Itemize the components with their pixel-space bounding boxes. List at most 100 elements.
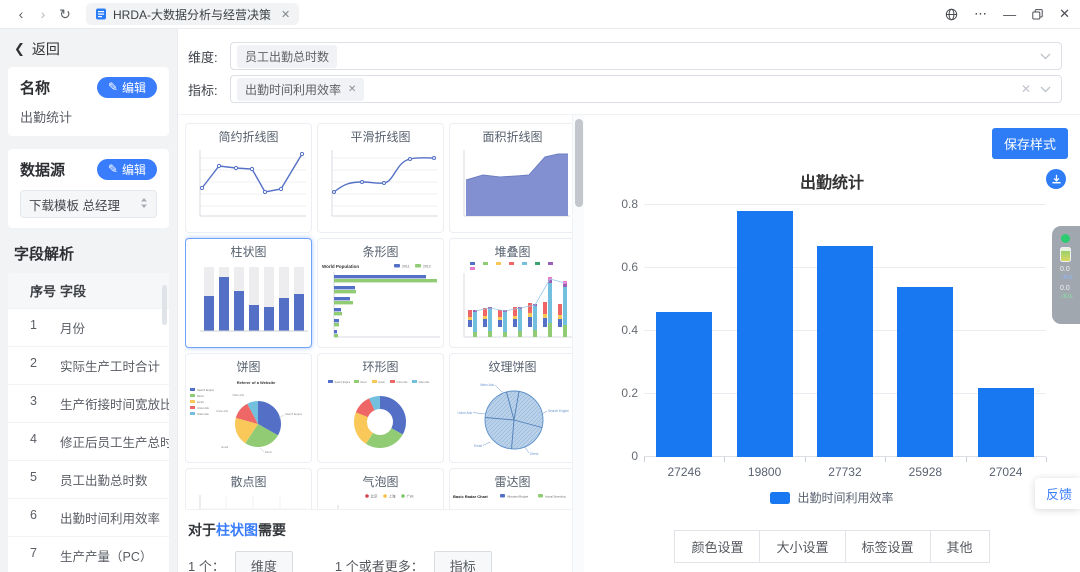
more-menu-icon[interactable]: ⋯ <box>974 6 987 22</box>
fields-scrollbar-thumb[interactable] <box>162 285 167 325</box>
size-settings-button[interactable]: 大小设置 <box>759 530 845 563</box>
chart-type-area-line[interactable]: 面积折线图 <box>449 123 576 233</box>
svg-text:Union Ads: Union Ads <box>457 411 472 415</box>
indicator-select[interactable]: 出勤时间利用效率 ✕ ✕ <box>230 75 1062 103</box>
chart-title: 出勤统计 <box>800 175 864 192</box>
mini-radar-chart: Basic Radar Chart Allocated Budget Actua… <box>450 489 575 509</box>
edit-datasource-button[interactable]: ✎ 编辑 <box>97 159 157 180</box>
chart-preview-panel: 保存样式 出勤统计 00.20.40.60.827246198002773225… <box>584 115 1080 572</box>
edit-name-button[interactable]: ✎ 编辑 <box>97 77 157 98</box>
requirement-title: 对于柱状图需要 <box>188 520 580 540</box>
svg-text:Search Engine: Search Engine <box>335 381 351 384</box>
svg-text:上海: 上海 <box>389 494 397 499</box>
chart-type-simple-line[interactable]: 简约折线图 <box>185 123 312 233</box>
svg-text:北京: 北京 <box>371 494 379 499</box>
remove-tag-icon[interactable]: ✕ <box>348 84 356 95</box>
dimension-req-button[interactable]: 维度 <box>235 551 293 572</box>
app-window: ‹ › ↻ HRDA-大数据分析与经营决策 ✕ ⋯ — ✕ ❮ 返回 <box>0 0 1080 572</box>
chart-type-radar[interactable]: 雷达图 Basic Radar Chart Allocated Budget A… <box>449 468 576 509</box>
svg-text:Video Ads: Video Ads <box>232 393 244 397</box>
svg-text:Email: Email <box>222 445 229 449</box>
main-panel: 维度: 员工出勤总时数 指标: 出勤时间利用效率 <box>178 29 1080 572</box>
name-card: 名称 ✎ 编辑 出勤统计 <box>8 67 169 136</box>
back-button[interactable]: ❮ 返回 <box>0 29 177 67</box>
datasource-select[interactable]: 下载模板 总经理 <box>20 190 157 218</box>
upload-speed-unit: ↑K/s <box>1060 274 1080 281</box>
svg-text:Allocated Budget: Allocated Budget <box>507 495 528 499</box>
battery-icon <box>1060 247 1071 262</box>
nav-forward-icon[interactable]: › <box>32 4 54 24</box>
status-dot-icon <box>1061 234 1070 243</box>
label-settings-button[interactable]: 标签设置 <box>845 530 931 563</box>
dimension-select[interactable]: 员工出勤总时数 <box>230 42 1062 70</box>
indicator-count-label: 1 个或者更多： <box>335 556 424 572</box>
indicator-tag: 出勤时间利用效率 ✕ <box>237 78 364 101</box>
svg-text:Search Engine: Search Engine <box>548 409 569 413</box>
table-row: 5员工出勤总时数 <box>8 460 169 498</box>
chart-legend[interactable]: 出勤时间利用效率 <box>598 489 1066 506</box>
browser-tab[interactable]: HRDA-大数据分析与经营决策 ✕ <box>86 3 299 25</box>
svg-text:2011: 2011 <box>402 265 410 269</box>
chart-type-smooth-line[interactable]: 平滑折线图 <box>317 123 444 233</box>
chart-type-gallery: 简约折线图 平滑折线图 <box>178 115 584 572</box>
indicator-label: 指标: <box>188 80 230 99</box>
indicator-req-button[interactable]: 指标 <box>434 551 492 572</box>
download-icon <box>1051 174 1062 185</box>
chart-type-stacked-bar[interactable]: 堆叠图 <box>449 238 576 348</box>
datasource-value: 下载模板 总经理 <box>29 195 120 214</box>
x-axis-label: 19800 <box>724 465 804 479</box>
chart-type-horizontal-bar[interactable]: 条形图 World Population 2011 2012 <box>317 238 444 348</box>
chart-type-donut[interactable]: 环形图 Search Engine Direct Email Union Ads… <box>317 353 444 463</box>
chart-type-bar-selected[interactable]: 柱状图 <box>185 238 312 348</box>
tab-close-icon[interactable]: ✕ <box>281 8 290 21</box>
svg-text:Basic Radar Chart: Basic Radar Chart <box>453 494 488 499</box>
feedback-button[interactable]: 反馈 <box>1035 478 1080 509</box>
bar <box>656 312 712 457</box>
table-row: 7生产产量（PC） <box>8 536 169 572</box>
svg-text:Union Ads: Union Ads <box>397 381 409 384</box>
svg-text:广州: 广州 <box>407 494 415 499</box>
tab-title: HRDA-大数据分析与经营决策 <box>113 6 271 23</box>
name-card-title: 名称 <box>20 77 50 98</box>
table-row: 2实际生产工时合计 <box>8 346 169 384</box>
svg-text:Email: Email <box>474 444 482 448</box>
svg-text:Video Ads: Video Ads <box>197 412 209 416</box>
legend-label: 出勤时间利用效率 <box>797 489 893 506</box>
chart-name-value: 出勤统计 <box>20 107 157 126</box>
svg-text:Video Ads: Video Ads <box>419 381 431 384</box>
chart-type-texture-pie[interactable]: 纹理饼图 <box>449 353 576 463</box>
dimension-label: 维度: <box>188 47 230 66</box>
svg-text:Direct: Direct <box>197 394 204 398</box>
col-field-header: 字段 <box>60 281 169 300</box>
select-arrows-icon <box>140 197 148 212</box>
clear-select-icon[interactable]: ✕ <box>1021 82 1031 96</box>
nav-back-icon[interactable]: ‹ <box>10 4 32 24</box>
other-settings-button[interactable]: 其他 <box>930 530 990 563</box>
back-label: 返回 <box>32 39 60 59</box>
svg-text:Direct: Direct <box>361 381 368 384</box>
gallery-scrollbar-thumb[interactable] <box>575 119 583 207</box>
svg-text:Email: Email <box>379 381 385 384</box>
download-speed-unit: ↓K/s <box>1060 293 1080 300</box>
nav-refresh-icon[interactable]: ↻ <box>54 4 76 24</box>
chart-type-pie[interactable]: 饼图 Search Engine Direct Email Union Ads … <box>185 353 312 463</box>
mini-bar-chart <box>186 259 311 343</box>
datasource-card: 数据源 ✎ 编辑 下载模板 总经理 <box>8 149 169 228</box>
color-settings-button[interactable]: 颜色设置 <box>674 530 760 563</box>
save-style-button[interactable]: 保存样式 <box>992 128 1068 159</box>
mini-donut-chart: Search Engine Direct Email Union Ads Vid… <box>318 374 443 458</box>
download-chart-button[interactable] <box>1046 169 1066 189</box>
minimize-icon[interactable]: — <box>1003 7 1016 22</box>
table-row: 6出勤时间利用效率 <box>8 498 169 536</box>
gallery-scrollbar <box>572 115 584 572</box>
chart-type-scatter[interactable]: 散点图 <box>185 468 312 509</box>
close-window-icon[interactable]: ✕ <box>1059 6 1070 22</box>
globe-icon[interactable] <box>945 8 958 21</box>
download-speed-value: 0.0 <box>1060 285 1080 293</box>
network-monitor-widget[interactable]: 0.0 ↑K/s 0.0 ↓K/s <box>1052 226 1080 324</box>
chart-type-bubble[interactable]: 气泡图 北京 上海 广州 <box>317 468 444 509</box>
bar-slot: 27246 <box>644 205 724 457</box>
svg-text:World Population: World Population <box>322 264 359 269</box>
chevron-down-icon <box>1040 53 1051 60</box>
restore-icon[interactable] <box>1032 9 1043 20</box>
